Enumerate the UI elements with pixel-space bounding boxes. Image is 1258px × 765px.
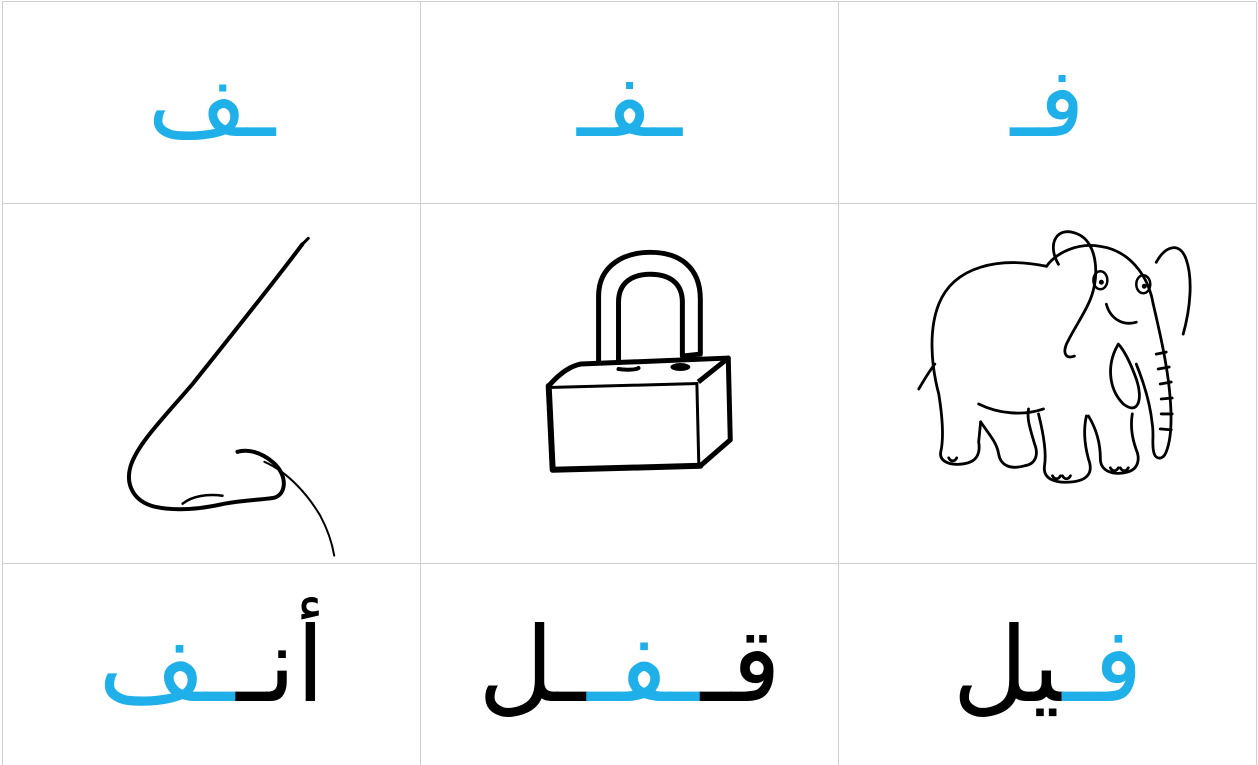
- word-lock-after: ـل: [478, 603, 588, 726]
- elephant-icon: [917, 229, 1192, 484]
- word-nose-rest: أنـ: [236, 603, 325, 726]
- word-lock-before: قـ: [700, 603, 781, 726]
- cell-word-lock: قــفــل: [421, 564, 839, 765]
- word-nose-accent: ـف: [98, 603, 237, 726]
- cell-letter-final: ـف: [3, 2, 421, 204]
- word-nose: أنــف: [98, 613, 324, 717]
- cell-letter-medial: ـفـ: [421, 2, 839, 204]
- cell-letter-initial: فـ: [839, 2, 1257, 204]
- cell-picture-nose: [3, 204, 421, 564]
- letter-initial-form: فـ: [1010, 46, 1085, 159]
- word-lock: قــفــل: [478, 613, 781, 717]
- word-elephant-rest: يل: [952, 603, 1063, 726]
- letter-worksheet: ـف ـفـ فـ أنــف قــفــل فـيل: [0, 0, 1258, 765]
- letter-medial-form: ـفـ: [577, 46, 682, 159]
- cell-picture-elephant: [839, 204, 1257, 564]
- cell-word-nose: أنــف: [3, 564, 421, 765]
- letter-final-form: ـف: [147, 46, 276, 159]
- padlock-icon: [545, 249, 733, 473]
- cell-word-elephant: فـيل: [839, 564, 1257, 765]
- word-lock-accent: ـفـ: [587, 603, 701, 726]
- cell-picture-lock: [421, 204, 839, 564]
- word-elephant-accent: فـ: [1062, 603, 1143, 726]
- worksheet-grid: ـف ـفـ فـ أنــف قــفــل فـيل: [2, 1, 1257, 765]
- word-elephant: فـيل: [952, 613, 1142, 717]
- nose-icon: [127, 236, 336, 557]
